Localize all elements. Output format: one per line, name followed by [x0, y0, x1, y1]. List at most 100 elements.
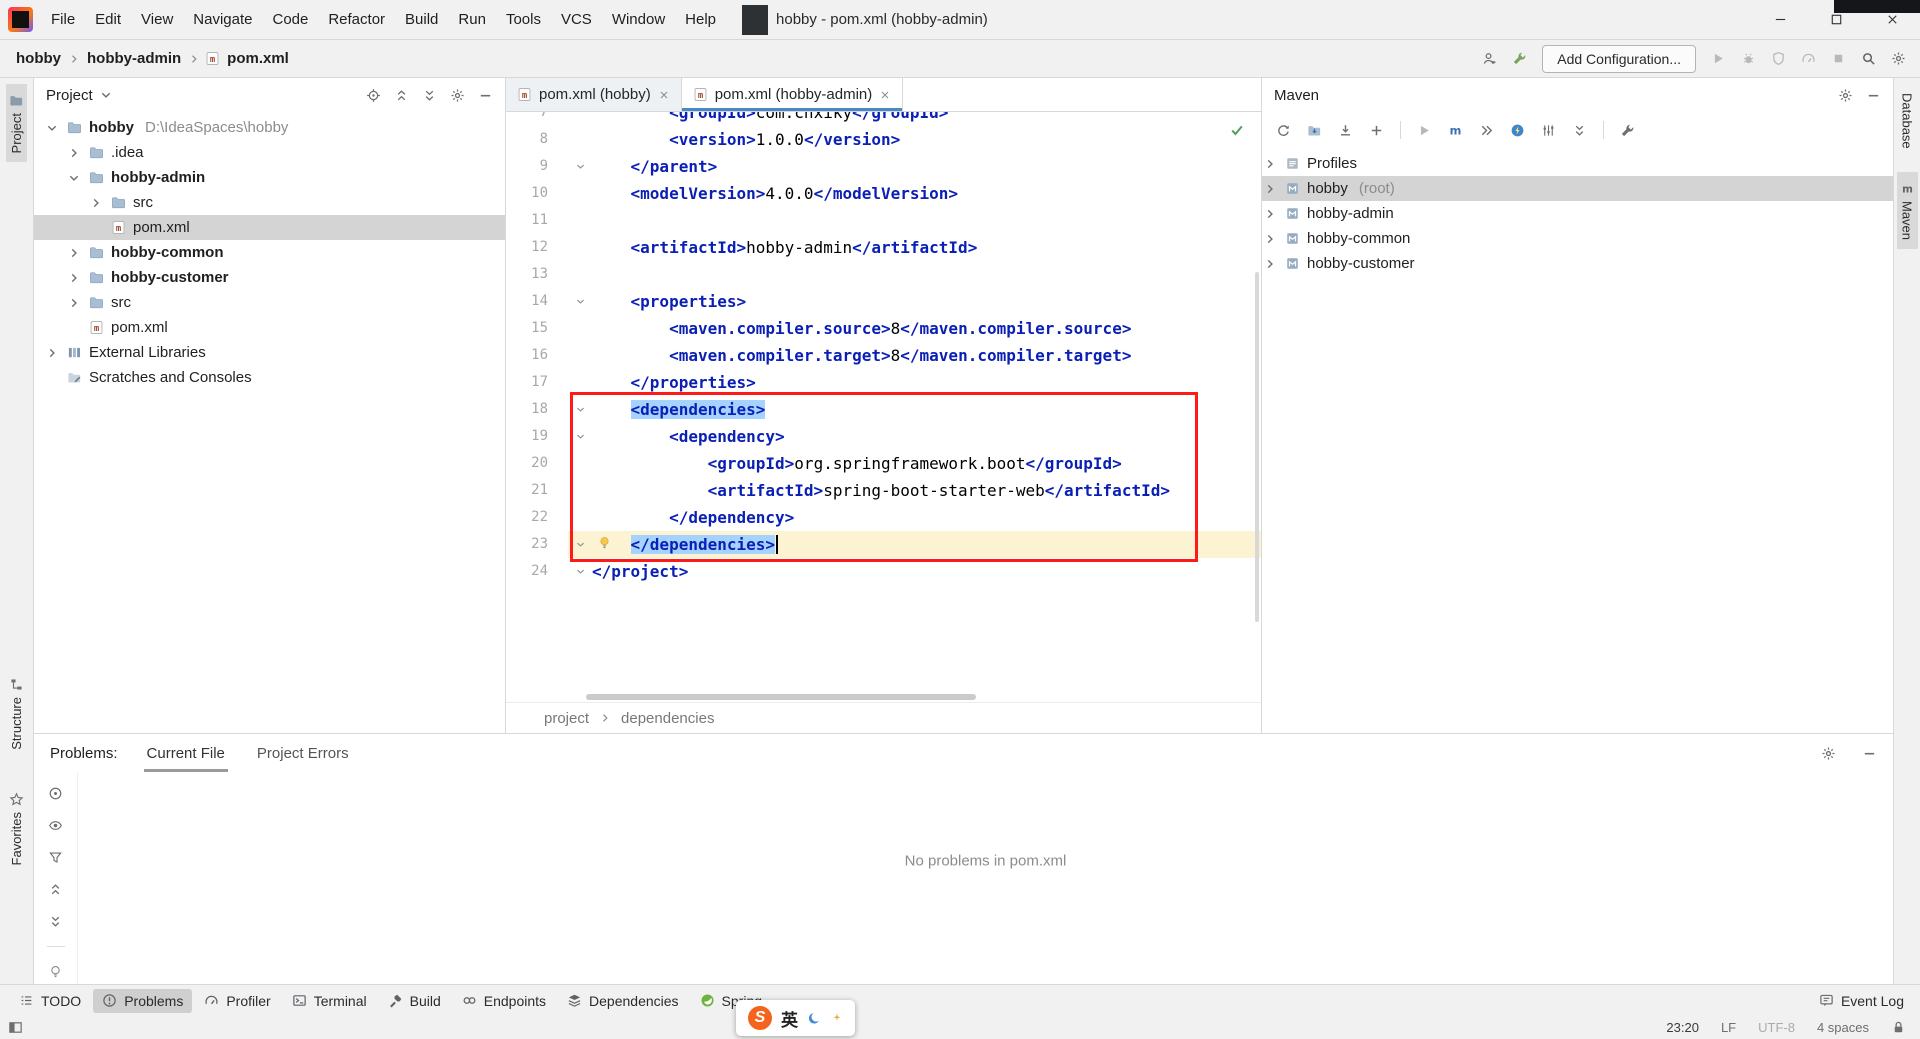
breadcrumb-item-pom-xml[interactable]: pom.xml: [225, 49, 291, 68]
tree-item-idea[interactable]: .idea: [34, 140, 505, 165]
tree-item-src[interactable]: src: [34, 190, 505, 215]
lock-icon[interactable]: [1891, 1020, 1906, 1035]
menu-edit[interactable]: Edit: [85, 0, 131, 40]
code-line[interactable]: 20 <groupId>org.springframework.boot</gr…: [506, 450, 1261, 477]
chevron-right-icon[interactable]: [1262, 207, 1278, 221]
toolwindow-switcher-icon[interactable]: [8, 1020, 23, 1035]
chevron-right-icon[interactable]: [66, 246, 82, 260]
chevron-right-icon[interactable]: [1262, 157, 1278, 171]
code-line[interactable]: 9 </parent>: [506, 153, 1261, 180]
menu-window[interactable]: Window: [602, 0, 675, 40]
collapse-all-icon[interactable]: [48, 914, 63, 929]
menu-code[interactable]: Code: [262, 0, 318, 40]
problems-tab-current-file[interactable]: Current File: [144, 734, 228, 772]
editor-tab-pom-xml-hobby-admin[interactable]: m pom.xml (hobby-admin): [681, 78, 904, 111]
chevron-right-icon[interactable]: [66, 296, 82, 310]
code-line[interactable]: 13: [506, 261, 1261, 288]
skip-icon[interactable]: [1479, 123, 1494, 138]
status-encoding[interactable]: UTF-8: [1758, 1020, 1795, 1035]
menu-build[interactable]: Build: [395, 0, 448, 40]
collapse-all-icon[interactable]: [1572, 123, 1587, 138]
chevron-right-icon[interactable]: [66, 146, 82, 160]
funnel-icon[interactable]: [48, 850, 63, 865]
chevron-down-icon[interactable]: [99, 88, 113, 102]
menu-file[interactable]: File: [41, 0, 85, 40]
menu-view[interactable]: View: [131, 0, 183, 40]
toolwindow-button-profiler[interactable]: Profiler: [195, 989, 279, 1013]
menu-run[interactable]: Run: [448, 0, 496, 40]
editor-breadcrumb-project[interactable]: project: [544, 710, 589, 727]
intention-bulb-icon[interactable]: [597, 535, 612, 550]
wrench-icon[interactable]: [1512, 51, 1527, 66]
tree-item-src[interactable]: src: [34, 290, 505, 315]
gear-icon[interactable]: [1821, 746, 1836, 761]
code-line[interactable]: 8 <version>1.0.0</version>: [506, 126, 1261, 153]
shield-icon[interactable]: [1771, 51, 1786, 66]
tree-item-hobby[interactable]: hobby D:\IdeaSpaces\hobby: [34, 115, 505, 140]
stripe-maven-tab[interactable]: m Maven: [1896, 171, 1918, 249]
fold-marker-icon[interactable]: [568, 153, 592, 180]
toolwindow-button-terminal[interactable]: Terminal: [283, 989, 376, 1013]
bolt-icon[interactable]: [1510, 123, 1525, 138]
toolwindow-button-dependencies[interactable]: Dependencies: [558, 989, 688, 1013]
status-indent[interactable]: 4 spaces: [1817, 1020, 1869, 1035]
minimize-button[interactable]: [1752, 0, 1808, 40]
play-icon[interactable]: [1711, 51, 1726, 66]
tree-item-hobby[interactable]: hobby (root): [1262, 176, 1893, 201]
tree-item-external-libraries[interactable]: External Libraries: [34, 340, 505, 365]
code-line[interactable]: 17 </properties>: [506, 369, 1261, 396]
minus-icon[interactable]: [478, 88, 493, 103]
code-line[interactable]: 12 <artifactId>hobby-admin</artifactId>: [506, 234, 1261, 261]
stop-icon[interactable]: [1831, 51, 1846, 66]
chevron-down-icon[interactable]: [44, 121, 60, 135]
close-tab-icon[interactable]: [658, 89, 670, 101]
fold-marker-icon[interactable]: [568, 288, 592, 315]
status-line-separator[interactable]: LF: [1721, 1020, 1736, 1035]
stripe-favorites-tab[interactable]: Favorites: [6, 783, 27, 874]
stripe-database-tab[interactable]: Database: [1897, 84, 1918, 158]
fold-marker-icon[interactable]: [568, 396, 592, 423]
chevron-right-icon[interactable]: [88, 196, 104, 210]
code-line[interactable]: 11: [506, 207, 1261, 234]
search-icon[interactable]: [1861, 51, 1876, 66]
breadcrumb-item-hobby-admin[interactable]: hobby-admin: [85, 49, 183, 68]
hide-panel-icon[interactable]: [1862, 746, 1877, 761]
project-panel-title[interactable]: Project: [46, 87, 93, 104]
code-line[interactable]: 16 <maven.compiler.target>8</maven.compi…: [506, 342, 1261, 369]
gauge-icon[interactable]: [1801, 51, 1816, 66]
expand-all-icon[interactable]: [48, 882, 63, 897]
eye-icon[interactable]: [48, 818, 63, 833]
toolwindow-button-build[interactable]: Build: [379, 989, 450, 1013]
gear-icon[interactable]: [1838, 88, 1853, 103]
chevron-right-icon[interactable]: [1262, 182, 1278, 196]
code-line[interactable]: 15 <maven.compiler.source>8</maven.compi…: [506, 315, 1261, 342]
tree-item-hobby-admin[interactable]: hobby-admin: [34, 165, 505, 190]
collapse-all-icon[interactable]: [422, 88, 437, 103]
tree-item-pom-xml[interactable]: m pom.xml: [34, 315, 505, 340]
code-line[interactable]: 18 <dependencies>: [506, 396, 1261, 423]
chevron-down-icon[interactable]: [66, 171, 82, 185]
code-line[interactable]: 23 </dependencies>: [506, 531, 1261, 558]
chevron-right-icon[interactable]: [1262, 232, 1278, 246]
toolwindow-button-problems[interactable]: Problems: [93, 988, 193, 1013]
hide-panel-icon[interactable]: [1866, 88, 1881, 103]
m-goal-icon[interactable]: m: [1448, 123, 1463, 138]
fold-marker-icon[interactable]: [568, 531, 592, 558]
editor-vertical-scrollbar[interactable]: [1255, 272, 1259, 622]
tree-item-hobby-common[interactable]: hobby-common: [34, 240, 505, 265]
editor-breadcrumb-dependencies[interactable]: dependencies: [621, 710, 714, 727]
add-configuration-button[interactable]: Add Configuration...: [1542, 44, 1696, 73]
breadcrumb-item-hobby[interactable]: hobby: [14, 49, 63, 68]
menu-tools[interactable]: Tools: [496, 0, 551, 40]
ime-language-indicator[interactable]: 英: [781, 1006, 798, 1031]
download-icon[interactable]: [1338, 123, 1353, 138]
stripe-structure-tab[interactable]: Structure: [6, 668, 27, 759]
fold-marker-icon[interactable]: [568, 423, 592, 450]
stripe-project-tab[interactable]: Project: [6, 84, 27, 163]
tree-item-profiles[interactable]: Profiles: [1262, 151, 1893, 176]
bug-icon[interactable]: [1741, 51, 1756, 66]
code-line[interactable]: 22 </dependency>: [506, 504, 1261, 531]
wrench-gray-icon[interactable]: [1620, 123, 1635, 138]
plus-icon[interactable]: [1369, 123, 1384, 138]
tree-item-scratches-and-consoles[interactable]: Scratches and Consoles: [34, 365, 505, 390]
